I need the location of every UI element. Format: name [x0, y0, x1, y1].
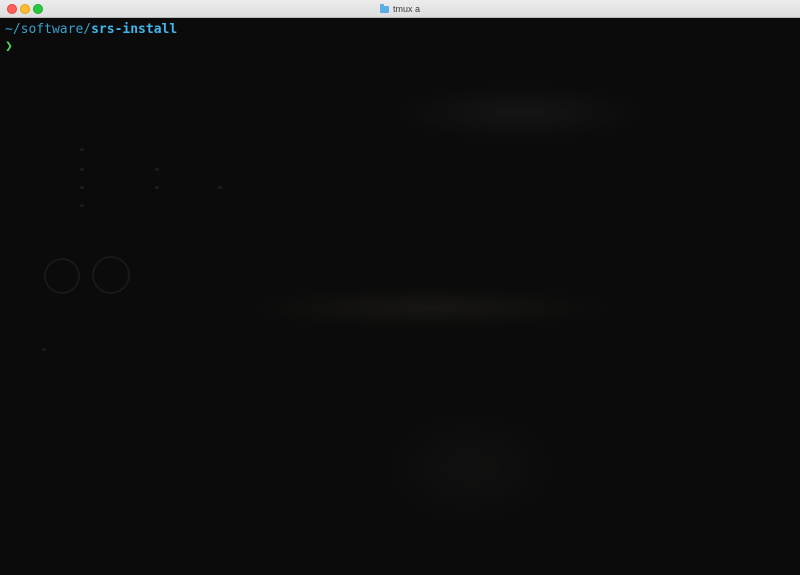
title-bar[interactable]: tmux a — [0, 0, 800, 18]
ghost-mark — [80, 204, 84, 207]
prompt-path-line: ~/software/srs-install — [5, 21, 177, 38]
prompt-symbol: ❯ — [5, 39, 13, 54]
ghost-mark — [80, 168, 84, 171]
ghost-circle-left — [44, 258, 80, 294]
ghost-mark — [80, 148, 84, 151]
window-title-group: tmux a — [0, 0, 800, 18]
prompt-path-prefix: ~/software/ — [5, 22, 92, 37]
prompt-input-line[interactable]: ❯ — [5, 38, 13, 55]
prompt-path-current: srs-install — [91, 22, 178, 37]
window-title: tmux a — [392, 4, 420, 14]
terminal-window: tmux a ~/software/srs-install ❯ — [0, 0, 800, 575]
ghost-mark — [80, 186, 84, 189]
terminal-area[interactable]: ~/software/srs-install ❯ — [0, 18, 800, 575]
ghost-mark — [218, 186, 222, 189]
ghost-mark — [42, 348, 46, 351]
folder-icon — [379, 3, 389, 13]
ghost-circle-right — [92, 256, 130, 294]
ghost-mark — [155, 186, 159, 189]
ghost-mark — [155, 168, 159, 171]
